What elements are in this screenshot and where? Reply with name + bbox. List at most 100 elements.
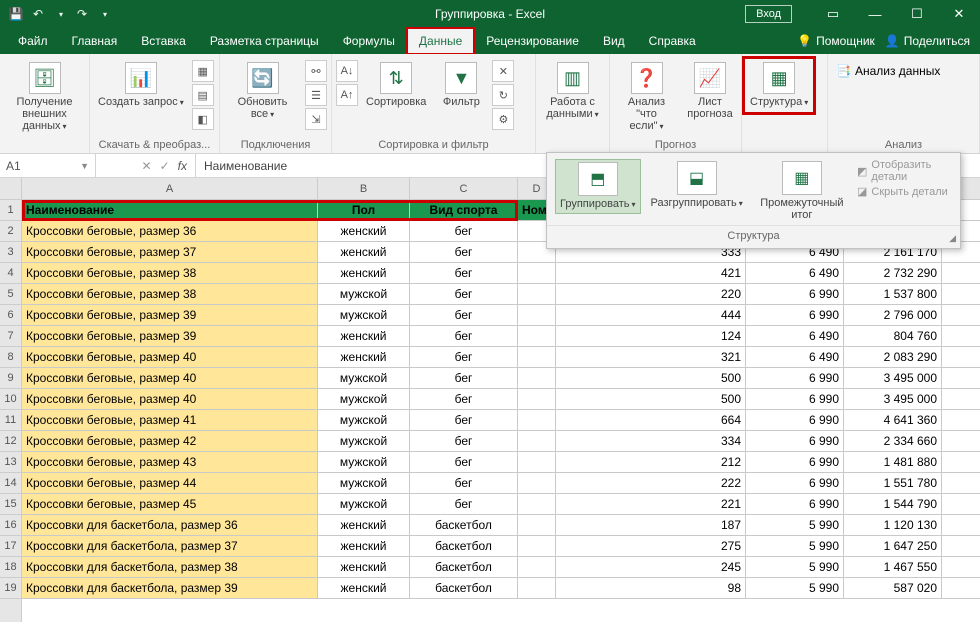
row-header[interactable]: 13: [0, 452, 21, 473]
cell[interactable]: Кроссовки беговые, размер 44: [22, 473, 318, 493]
forecast-sheet-button[interactable]: 📈 Лист прогноза: [683, 60, 737, 122]
row-header[interactable]: 7: [0, 326, 21, 347]
cell[interactable]: бег: [410, 221, 518, 241]
tab-review[interactable]: Рецензирование: [474, 28, 591, 54]
row-header[interactable]: 14: [0, 473, 21, 494]
cell[interactable]: [518, 431, 556, 451]
cell[interactable]: бег: [410, 431, 518, 451]
cell[interactable]: мужской: [318, 305, 410, 325]
row-header[interactable]: 1: [0, 200, 21, 221]
cell[interactable]: Кроссовки беговые, размер 40: [22, 347, 318, 367]
column-header-A[interactable]: A: [22, 178, 318, 199]
cell[interactable]: женский: [318, 347, 410, 367]
cell[interactable]: 1 647 250: [844, 536, 942, 556]
cell[interactable]: Кроссовки беговые, размер 42: [22, 431, 318, 451]
cell[interactable]: мужской: [318, 494, 410, 514]
cell[interactable]: бег: [410, 347, 518, 367]
cell[interactable]: Кроссовки беговые, размер 37: [22, 242, 318, 262]
cell[interactable]: бег: [410, 494, 518, 514]
cell[interactable]: 5 990: [746, 578, 844, 598]
cell[interactable]: [518, 305, 556, 325]
cell[interactable]: мужской: [318, 389, 410, 409]
ribbon-options-icon[interactable]: ▭: [812, 0, 854, 28]
cell[interactable]: Кроссовки беговые, размер 41: [22, 410, 318, 430]
cell[interactable]: [518, 410, 556, 430]
cell[interactable]: Кроссовки для баскетбола, размер 39: [22, 578, 318, 598]
tell-me-button[interactable]: 💡 Помощник: [797, 34, 875, 48]
row-header[interactable]: 9: [0, 368, 21, 389]
cell[interactable]: Кроссовки беговые, размер 40: [22, 389, 318, 409]
header-cell[interactable]: Вид спорта: [410, 200, 518, 220]
row-header[interactable]: 5: [0, 284, 21, 305]
cell[interactable]: 664: [556, 410, 746, 430]
cell[interactable]: мужской: [318, 410, 410, 430]
cell[interactable]: бег: [410, 284, 518, 304]
cell[interactable]: [518, 473, 556, 493]
row-header[interactable]: 11: [0, 410, 21, 431]
cell[interactable]: [518, 326, 556, 346]
row-header[interactable]: 3: [0, 242, 21, 263]
cell[interactable]: 221: [556, 494, 746, 514]
new-query-button[interactable]: 📊 Создать запрос: [94, 60, 188, 111]
cell[interactable]: 6 990: [746, 368, 844, 388]
cell[interactable]: женский: [318, 557, 410, 577]
cell[interactable]: 5 990: [746, 536, 844, 556]
refresh-all-button[interactable]: 🔄 Обновить все: [224, 60, 301, 123]
column-header-B[interactable]: B: [318, 178, 410, 199]
cell[interactable]: 6 990: [746, 389, 844, 409]
undo-icon[interactable]: ↶: [30, 6, 46, 22]
cell[interactable]: 6 990: [746, 473, 844, 493]
maximize-button[interactable]: ☐: [896, 0, 938, 28]
cell[interactable]: 1 120 130: [844, 515, 942, 535]
qat-customize-icon[interactable]: [96, 6, 112, 22]
subtotal-button[interactable]: ▦ Промежуточный итог: [753, 159, 851, 223]
cell[interactable]: 500: [556, 368, 746, 388]
data-tools-button[interactable]: ▥ Работа с данными: [540, 60, 605, 123]
column-header-C[interactable]: C: [410, 178, 518, 199]
cell[interactable]: 2 334 660: [844, 431, 942, 451]
undo-dropdown-icon[interactable]: [52, 6, 68, 22]
cell[interactable]: бег: [410, 242, 518, 262]
header-cell[interactable]: Наименование: [22, 200, 318, 220]
cell[interactable]: 222: [556, 473, 746, 493]
cell[interactable]: баскетбол: [410, 515, 518, 535]
cell[interactable]: 1 467 550: [844, 557, 942, 577]
cell[interactable]: 245: [556, 557, 746, 577]
tab-formulas[interactable]: Формулы: [331, 28, 407, 54]
sort-asc-icon[interactable]: A↓: [336, 60, 358, 82]
connections-icon[interactable]: ⚯: [305, 60, 327, 82]
save-icon[interactable]: 💾: [8, 6, 24, 22]
cell[interactable]: 500: [556, 389, 746, 409]
cell[interactable]: [518, 263, 556, 283]
from-table-icon[interactable]: ▤: [192, 84, 214, 106]
row-header[interactable]: 6: [0, 305, 21, 326]
recent-sources-icon[interactable]: ◧: [192, 108, 214, 130]
outline-button[interactable]: ▦ Структура: [746, 60, 812, 111]
row-header[interactable]: 4: [0, 263, 21, 284]
cell[interactable]: баскетбол: [410, 536, 518, 556]
cell[interactable]: бег: [410, 452, 518, 472]
cell[interactable]: 1 551 780: [844, 473, 942, 493]
clear-filter-icon[interactable]: ✕: [492, 60, 514, 82]
what-if-button[interactable]: ❓ Анализ "что если": [614, 60, 679, 135]
cell[interactable]: бег: [410, 368, 518, 388]
row-header[interactable]: 16: [0, 515, 21, 536]
cell[interactable]: 124: [556, 326, 746, 346]
show-queries-icon[interactable]: ▦: [192, 60, 214, 82]
cell[interactable]: Кроссовки беговые, размер 39: [22, 305, 318, 325]
enter-icon[interactable]: ✓: [160, 159, 170, 173]
get-external-data-button[interactable]: 🗄 Получение внешних данных: [4, 60, 85, 135]
cell[interactable]: 187: [556, 515, 746, 535]
cell[interactable]: Кроссовки беговые, размер 36: [22, 221, 318, 241]
header-cell[interactable]: Пол: [318, 200, 410, 220]
cell[interactable]: мужской: [318, 368, 410, 388]
group-button[interactable]: ⬒ Группировать: [555, 159, 641, 214]
cell[interactable]: [518, 515, 556, 535]
cell[interactable]: 6 990: [746, 494, 844, 514]
cell[interactable]: [518, 494, 556, 514]
cell[interactable]: женский: [318, 326, 410, 346]
cell[interactable]: [518, 557, 556, 577]
tab-view[interactable]: Вид: [591, 28, 637, 54]
cell[interactable]: Кроссовки беговые, размер 39: [22, 326, 318, 346]
cell[interactable]: 5 990: [746, 557, 844, 577]
